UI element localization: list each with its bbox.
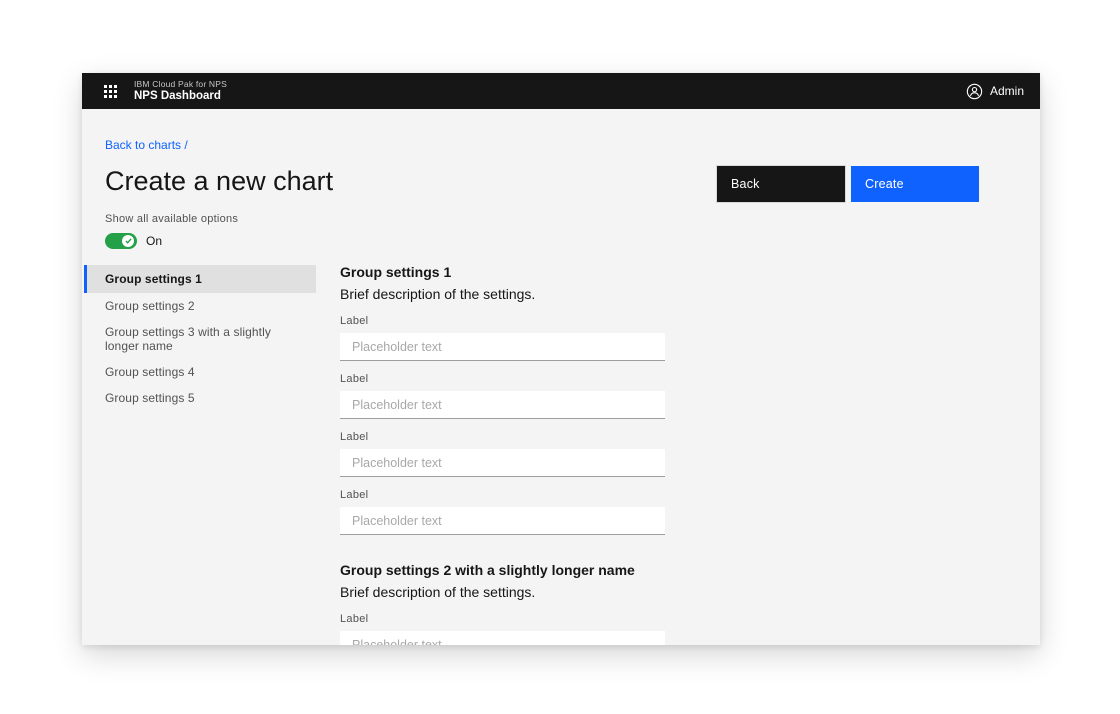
user-menu[interactable]: Admin (966, 83, 1024, 100)
user-name-label: Admin (990, 84, 1024, 98)
grid-dots-icon (104, 85, 117, 98)
app-switcher-icon[interactable] (98, 79, 122, 103)
nav-item-group-settings-4[interactable]: Group settings 4 (84, 359, 316, 385)
section-description: Brief description of the settings. (340, 285, 665, 303)
field-label: Label (340, 373, 665, 386)
form-section-2: Group settings 2 with a slightly longer … (340, 561, 665, 645)
toggle-knob (122, 235, 134, 247)
text-input-2[interactable] (340, 391, 665, 419)
page-hero: Back to charts / Create a new chart Show… (105, 136, 705, 249)
page-title: Create a new chart (105, 166, 705, 197)
user-avatar-icon (966, 83, 983, 100)
form-section-1: Group settings 1 Brief description of th… (340, 263, 665, 535)
section-title: Group settings 1 (340, 263, 665, 281)
check-icon (125, 238, 132, 244)
app-brand: IBM Cloud Pak for NPS NPS Dashboard (134, 80, 227, 103)
text-input-5[interactable] (340, 631, 665, 645)
section-description: Brief description of the settings. (340, 583, 665, 601)
create-button[interactable]: Create (851, 166, 979, 202)
settings-nav: Group settings 1 Group settings 2 Group … (84, 265, 316, 411)
field-label: Label (340, 431, 665, 444)
nav-item-group-settings-2[interactable]: Group settings 2 (84, 293, 316, 319)
brand-eyebrow: IBM Cloud Pak for NPS (134, 80, 227, 89)
nav-item-group-settings-3[interactable]: Group settings 3 with a slightly longer … (84, 319, 316, 359)
brand-product-name: NPS Dashboard (134, 90, 227, 103)
settings-form: Group settings 1 Brief description of th… (340, 263, 665, 645)
field-label: Label (340, 315, 665, 328)
toggle-label: Show all available options (105, 213, 705, 225)
nav-item-group-settings-5[interactable]: Group settings 5 (84, 385, 316, 411)
toggle-row: On (105, 233, 705, 249)
field-label: Label (340, 613, 665, 626)
text-input-4[interactable] (340, 507, 665, 535)
nav-item-group-settings-1[interactable]: Group settings 1 (84, 265, 316, 293)
app-window: IBM Cloud Pak for NPS NPS Dashboard Admi… (82, 73, 1040, 645)
back-button[interactable]: Back (717, 166, 845, 202)
toggle-state-label: On (146, 234, 162, 248)
text-input-1[interactable] (340, 333, 665, 361)
text-input-3[interactable] (340, 449, 665, 477)
app-header: IBM Cloud Pak for NPS NPS Dashboard Admi… (82, 73, 1040, 109)
section-title: Group settings 2 with a slightly longer … (340, 561, 665, 579)
breadcrumb[interactable]: Back to charts / (105, 138, 188, 152)
field-label: Label (340, 489, 665, 502)
show-options-toggle[interactable] (105, 233, 137, 249)
